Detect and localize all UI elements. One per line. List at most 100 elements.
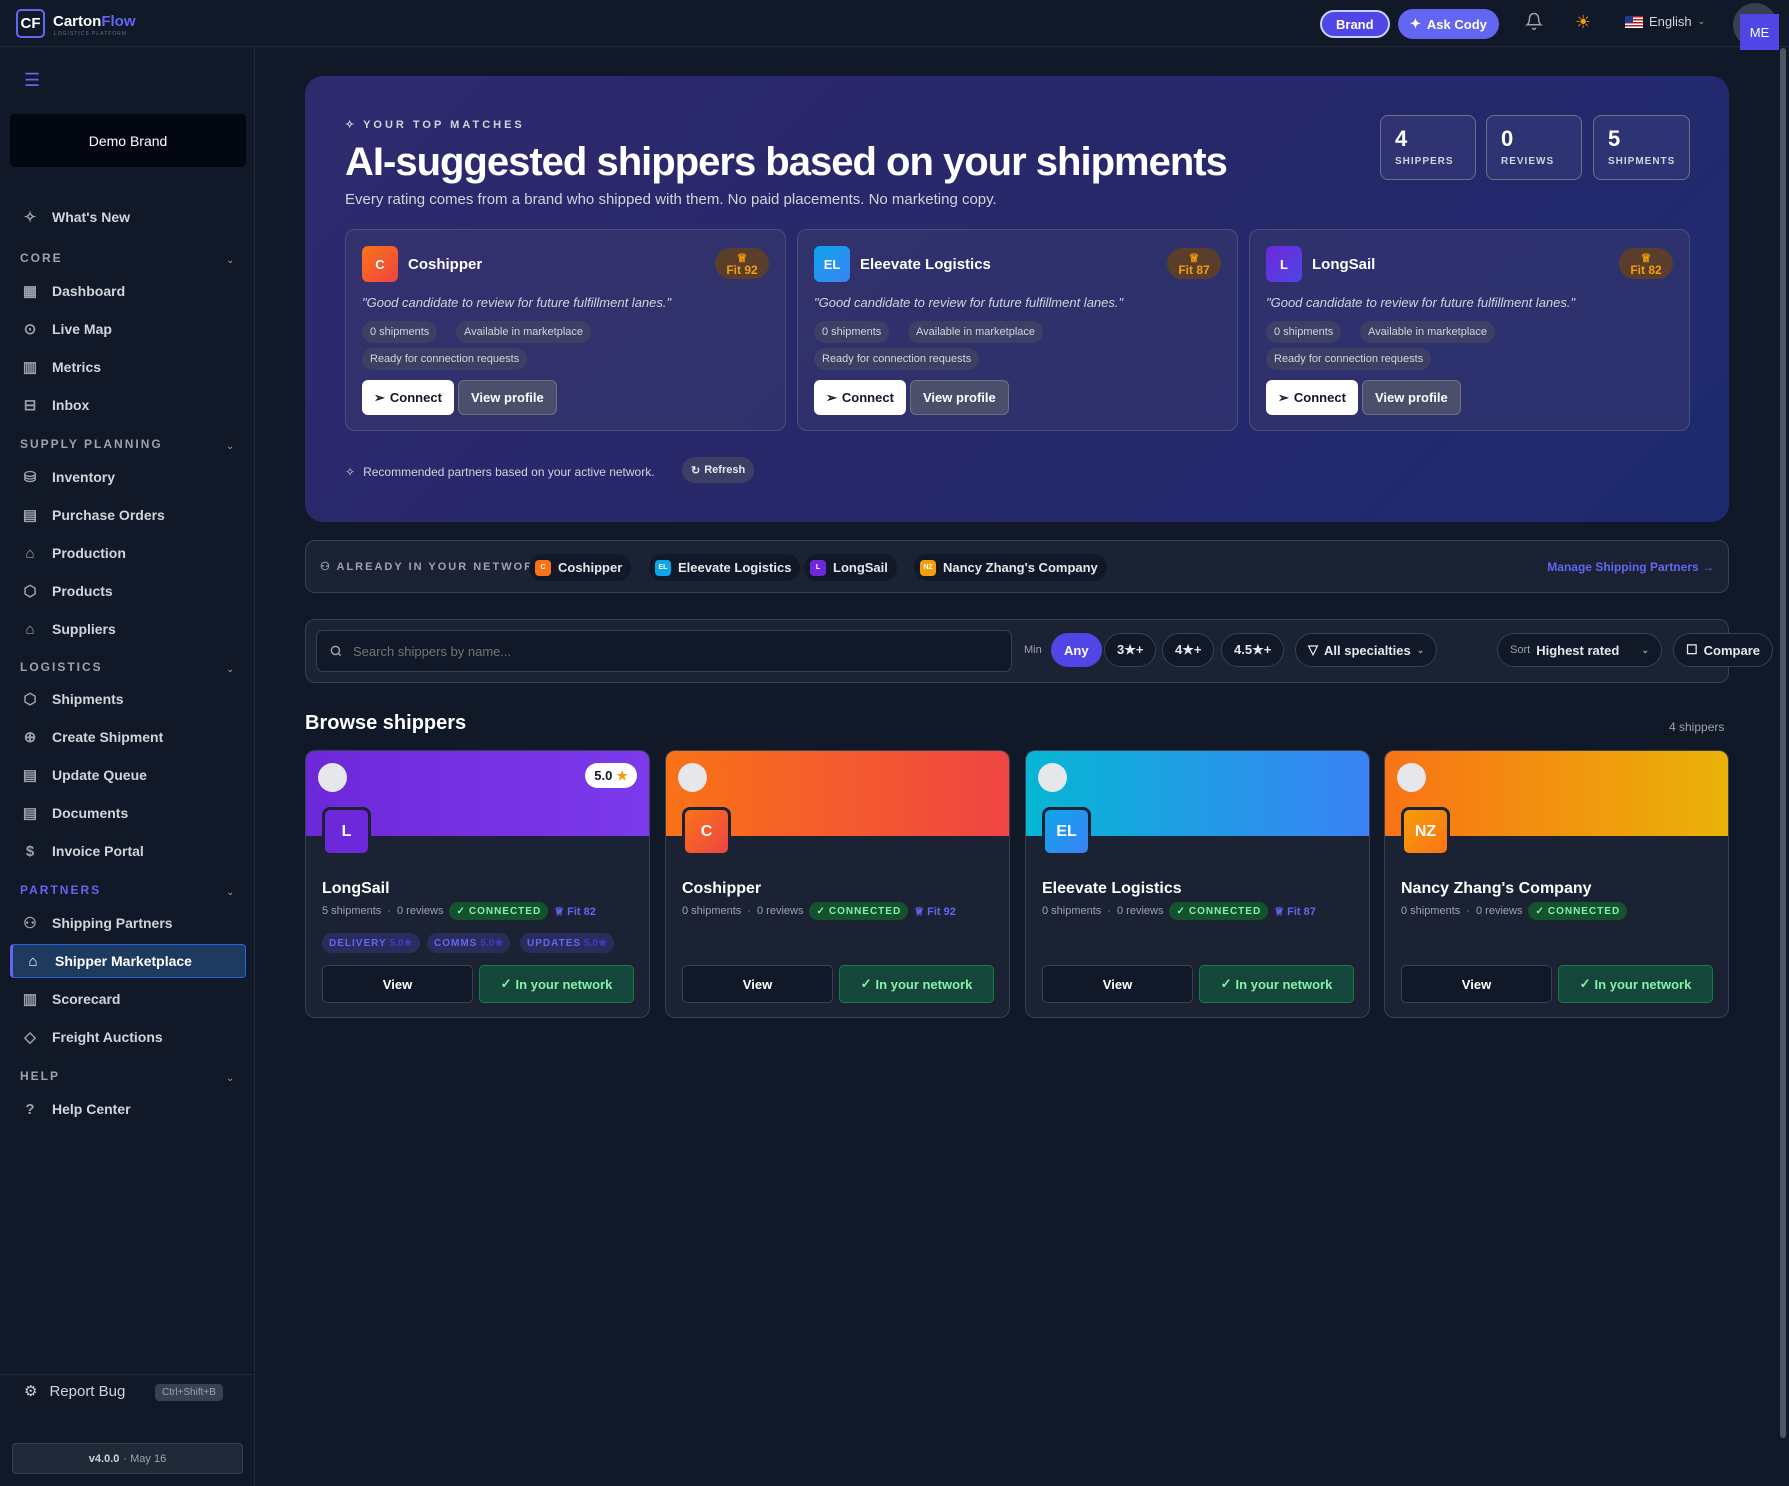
shipper-name[interactable]: Nancy Zhang's Company [1401,880,1592,898]
sidebar-item-inventory[interactable]: ⛁ Inventory [10,460,246,494]
network-chip[interactable]: L LongSail [804,554,897,581]
specialties-select[interactable]: ▽ All specialties ⌄ [1295,633,1438,667]
sidebar-item-shipper-marketplace[interactable]: ⌂ Shipper Marketplace [10,944,246,978]
sidebar-item-purchase-orders[interactable]: ▤ Purchase Orders [10,498,246,532]
shipper-name[interactable]: Eleevate Logistics [1042,880,1182,898]
chip-logo: C [535,559,551,576]
logo-name[interactable]: CartonFlow [53,13,136,30]
select-checkbox[interactable] [1397,763,1426,792]
shipper-name[interactable]: LongSail [322,880,390,898]
rating-filter-4-5[interactable]: 4.5★+ [1221,633,1285,667]
shipper-name[interactable]: Coshipper [682,880,761,898]
fit-label: ♕ Fit 87 [1274,905,1316,918]
sidebar-item-production[interactable]: ⌂ Production [10,536,246,570]
view-button[interactable]: View [682,965,833,1003]
sidebar-item-help-center[interactable]: ? Help Center [10,1092,246,1126]
menu-icon[interactable]: ☰ [24,70,40,91]
sidebar-item-scorecard[interactable]: ▥ Scorecard [10,982,246,1016]
select-checkbox[interactable] [1038,763,1067,792]
rating-filter-any[interactable]: Any [1051,633,1102,667]
sidebar-item-label: Create Shipment [52,729,164,745]
package-icon: ⬡ [23,691,37,708]
sidebar-item-update-queue[interactable]: ▤ Update Queue [10,758,246,792]
sidebar-item-whats-new[interactable]: ✧ What's New [10,200,246,234]
rating-filter-4[interactable]: 4★+ [1162,633,1215,667]
ask-cody-button[interactable]: ✦ Ask Cody [1398,9,1499,39]
sidebar-item-label: Inbox [52,397,90,413]
report-bug-button[interactable]: ⚙ Report Bug [24,1382,125,1401]
tag-icon: ◇ [24,1029,36,1046]
shipper-card[interactable]: NZ Nancy Zhang's Company 0 shipments · 0 r… [1384,750,1729,1018]
shipper-card[interactable]: 5.0 ★ L LongSail 5 shipments · 0 reviews ✓ CO… [305,750,650,1018]
compare-toggle[interactable]: ☐ Compare [1673,633,1774,667]
section-supply-planning[interactable]: SUPPLY PLANNING [20,437,163,451]
search-field[interactable] [316,630,1012,672]
network-chip[interactable]: C Coshipper [529,554,632,581]
manage-partners-link[interactable]: Manage Shipping Partners → [1547,560,1714,574]
sidebar-item-label: Inventory [52,469,116,485]
language-selector[interactable]: English ⌄ [1625,14,1705,29]
sidebar-item-label: Products [52,583,113,599]
chevron-down-icon[interactable]: ⌄ [226,664,234,675]
in-network-button[interactable]: ✓ In your network [1558,965,1713,1003]
view-profile-button[interactable]: View profile [458,380,557,415]
sidebar-item-freight-auctions[interactable]: ◇ Freight Auctions [10,1020,246,1054]
shipper-card[interactable]: EL Eleevate Logistics 0 shipments · 0 revi… [1025,750,1370,1018]
hero-subtitle: Every rating comes from a brand who ship… [345,191,997,208]
shipper-name[interactable]: LongSail [1312,256,1375,273]
sidebar-item-live-map[interactable]: ⊙ Live Map [10,312,246,346]
sort-select[interactable]: Sort Highest rated ⌄ [1497,633,1662,667]
view-profile-button[interactable]: View profile [1362,380,1461,415]
sidebar-item-metrics[interactable]: ▥ Metrics [10,350,246,384]
in-network-button[interactable]: ✓ In your network [479,965,634,1003]
section-help[interactable]: HELP [20,1069,60,1083]
sidebar-item-shipping-partners[interactable]: ⚇ Shipping Partners [10,906,246,940]
sidebar-item-inbox[interactable]: ⊟ Inbox [10,388,246,422]
chevron-down-icon[interactable]: ⌄ [226,887,234,898]
shipper-name[interactable]: Eleevate Logistics [860,256,991,273]
scrollbar[interactable] [1780,48,1786,1438]
view-button[interactable]: View [322,965,473,1003]
search-input[interactable] [353,643,953,659]
view-button[interactable]: View [1401,965,1552,1003]
fit-label: ♕ Fit 82 [554,905,596,918]
chevron-down-icon[interactable]: ⌄ [226,255,234,266]
sidebar-item-suppliers[interactable]: ⌂ Suppliers [10,612,246,646]
rating-filter-3[interactable]: 3★+ [1104,633,1157,667]
bell-icon[interactable] [1524,12,1544,35]
sidebar-item-create-shipment[interactable]: ⊕ Create Shipment [10,720,246,754]
shipper-name[interactable]: Coshipper [408,256,482,273]
brand-switcher[interactable]: Demo Brand [10,114,246,167]
sidebar-item-shipments[interactable]: ⬡ Shipments [10,682,246,716]
refresh-button[interactable]: ↻ Refresh [682,457,755,483]
logo-mark[interactable]: CF [16,9,45,38]
sidebar-item-invoice-portal[interactable]: $ Invoice Portal [10,834,246,868]
shipper-card[interactable]: C Coshipper 0 shipments · 0 reviews ✓ CONNEC… [665,750,1010,1018]
sidebar-item-label: Dashboard [52,283,126,299]
chevron-down-icon[interactable]: ⌄ [226,1073,234,1084]
sun-icon[interactable]: ☀ [1575,12,1591,33]
section-partners[interactable]: PARTNERS [20,883,101,897]
view-button[interactable]: View [1042,965,1193,1003]
sidebar-item-products[interactable]: ⬡ Products [10,574,246,608]
filter-icon: ▽ [1308,642,1318,657]
section-core[interactable]: CORE [20,251,63,265]
network-chip[interactable]: EL Eleevate Logistics [649,554,801,581]
chevron-down-icon[interactable]: ⌄ [226,441,234,452]
match-quote: "Good candidate to review for future ful… [362,295,672,310]
sidebar-item-documents[interactable]: ▤ Documents [10,796,246,830]
users-icon: ⚇ [320,561,337,573]
avatar-initials[interactable]: ME [1740,14,1779,50]
connect-button[interactable]: ➢ Connect [1266,380,1358,415]
network-chip[interactable]: NZ Nancy Zhang's Company [914,554,1107,581]
in-network-button[interactable]: ✓ In your network [1199,965,1354,1003]
view-profile-button[interactable]: View profile [910,380,1009,415]
select-checkbox[interactable] [318,763,347,792]
connect-button[interactable]: ➢ Connect [362,380,454,415]
sidebar-item-dashboard[interactable]: ▦ Dashboard [10,274,246,308]
brand-pill-button[interactable]: Brand [1320,10,1390,38]
select-checkbox[interactable] [678,763,707,792]
connect-button[interactable]: ➢ Connect [814,380,906,415]
in-network-button[interactable]: ✓ In your network [839,965,994,1003]
section-logistics[interactable]: LOGISTICS [20,660,103,674]
